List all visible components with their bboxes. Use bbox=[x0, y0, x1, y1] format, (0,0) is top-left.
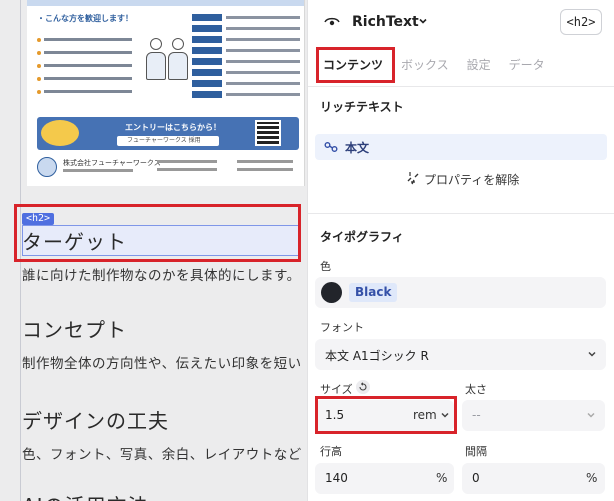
flyer-footer: 株式会社フューチャーワークス bbox=[37, 154, 299, 180]
unlink-label: プロパティを解除 bbox=[424, 172, 520, 187]
list-item bbox=[37, 51, 137, 55]
person-illustration bbox=[167, 38, 189, 82]
size-label: サイズ bbox=[320, 383, 353, 396]
properties-panel: RichText <h2> コンテンツ ボックス 設定 データ リッチテキスト … bbox=[307, 0, 614, 501]
color-name-chip: Black bbox=[349, 283, 398, 302]
spacing-value: 0 bbox=[472, 471, 480, 485]
heading-design[interactable]: デザインの工夫 bbox=[22, 405, 169, 434]
highlight-box bbox=[316, 47, 395, 83]
heading-concept[interactable]: コンセプト bbox=[22, 314, 127, 343]
flyer-entry-title: エントリーはこちらから！ bbox=[125, 123, 221, 132]
flyer-entry-search: フューチャーワークス 採用 bbox=[117, 136, 219, 146]
list-item bbox=[37, 90, 137, 94]
spacing-input[interactable]: 0 % bbox=[462, 463, 605, 494]
list-item bbox=[37, 77, 137, 81]
tab-settings[interactable]: 設定 bbox=[467, 56, 491, 76]
spacing-label: 間隔 bbox=[465, 445, 487, 458]
chevron-down-icon[interactable] bbox=[418, 16, 428, 26]
highlight-box bbox=[315, 396, 457, 434]
linked-property-row[interactable]: 本文 bbox=[315, 134, 607, 160]
flyer-company-name: 株式会社フューチャーワークス bbox=[63, 159, 161, 167]
section-typography: タイポグラフィ bbox=[320, 230, 404, 244]
reset-icon[interactable] bbox=[356, 380, 370, 394]
unlink-property-button[interactable]: プロパティを解除 bbox=[406, 170, 519, 188]
person-illustration bbox=[145, 38, 167, 82]
link-icon bbox=[324, 142, 338, 152]
line-height-label: 行高 bbox=[320, 445, 342, 458]
paragraph-target[interactable]: 誰に向けた制作物なのかを具体的にします。 bbox=[22, 264, 301, 284]
list-item bbox=[37, 64, 137, 68]
tab-box[interactable]: ボックス bbox=[401, 56, 449, 76]
unlink-icon bbox=[407, 172, 419, 185]
company-logo bbox=[37, 157, 57, 177]
highlight-box bbox=[14, 204, 301, 262]
weight-value: -- bbox=[472, 408, 481, 422]
paragraph-design[interactable]: 色、フォント、写真、余白、レイアウトなど bbox=[22, 443, 302, 463]
color-swatch bbox=[321, 282, 342, 303]
chevron-down-icon bbox=[587, 412, 595, 418]
editor-canvas[interactable]: ・こんな方を歓迎します！ エントリーはこちらから！ フューチャーワークス 採用 bbox=[0, 0, 307, 501]
flyer-banner bbox=[27, 0, 304, 6]
component-title[interactable]: RichText bbox=[352, 14, 419, 30]
color-label: 色 bbox=[320, 260, 331, 273]
qr-code-icon bbox=[255, 120, 281, 146]
heading-ai[interactable]: AIの活用方法 bbox=[22, 490, 149, 501]
flyer-bullet-list bbox=[37, 38, 137, 103]
line-height-input[interactable]: 140 % bbox=[315, 463, 454, 494]
font-value: 本文 A1ゴシック R bbox=[325, 349, 429, 363]
font-select[interactable]: 本文 A1ゴシック R bbox=[315, 339, 606, 370]
line-height-value: 140 bbox=[325, 471, 348, 485]
flyer-entry-banner: エントリーはこちらから！ フューチャーワークス 採用 bbox=[37, 117, 299, 150]
color-field[interactable]: Black bbox=[315, 277, 606, 308]
flyer-badge bbox=[41, 120, 79, 146]
linked-property-label: 本文 bbox=[345, 141, 370, 155]
flyer-image[interactable]: ・こんな方を歓迎します！ エントリーはこちらから！ フューチャーワークス 採用 bbox=[27, 0, 305, 186]
list-item bbox=[37, 38, 137, 42]
flyer-info-table bbox=[192, 14, 300, 102]
line-height-unit: % bbox=[436, 471, 448, 485]
spacing-unit: % bbox=[586, 471, 598, 485]
weight-select[interactable]: -- bbox=[462, 400, 605, 431]
weight-label: 太さ bbox=[465, 383, 487, 396]
divider bbox=[308, 86, 614, 87]
divider bbox=[308, 213, 614, 214]
paragraph-concept[interactable]: 制作物全体の方向性や、伝えたい印象を短い bbox=[22, 352, 302, 372]
font-label: フォント bbox=[320, 321, 364, 334]
tag-level-button[interactable]: <h2> bbox=[560, 9, 602, 35]
tab-data[interactable]: データ bbox=[509, 56, 545, 76]
section-richtext: リッチテキスト bbox=[320, 100, 404, 114]
chevron-down-icon bbox=[588, 351, 596, 357]
flyer-heading: ・こんな方を歓迎します！ bbox=[37, 14, 133, 23]
visibility-eye-icon[interactable] bbox=[324, 14, 340, 30]
